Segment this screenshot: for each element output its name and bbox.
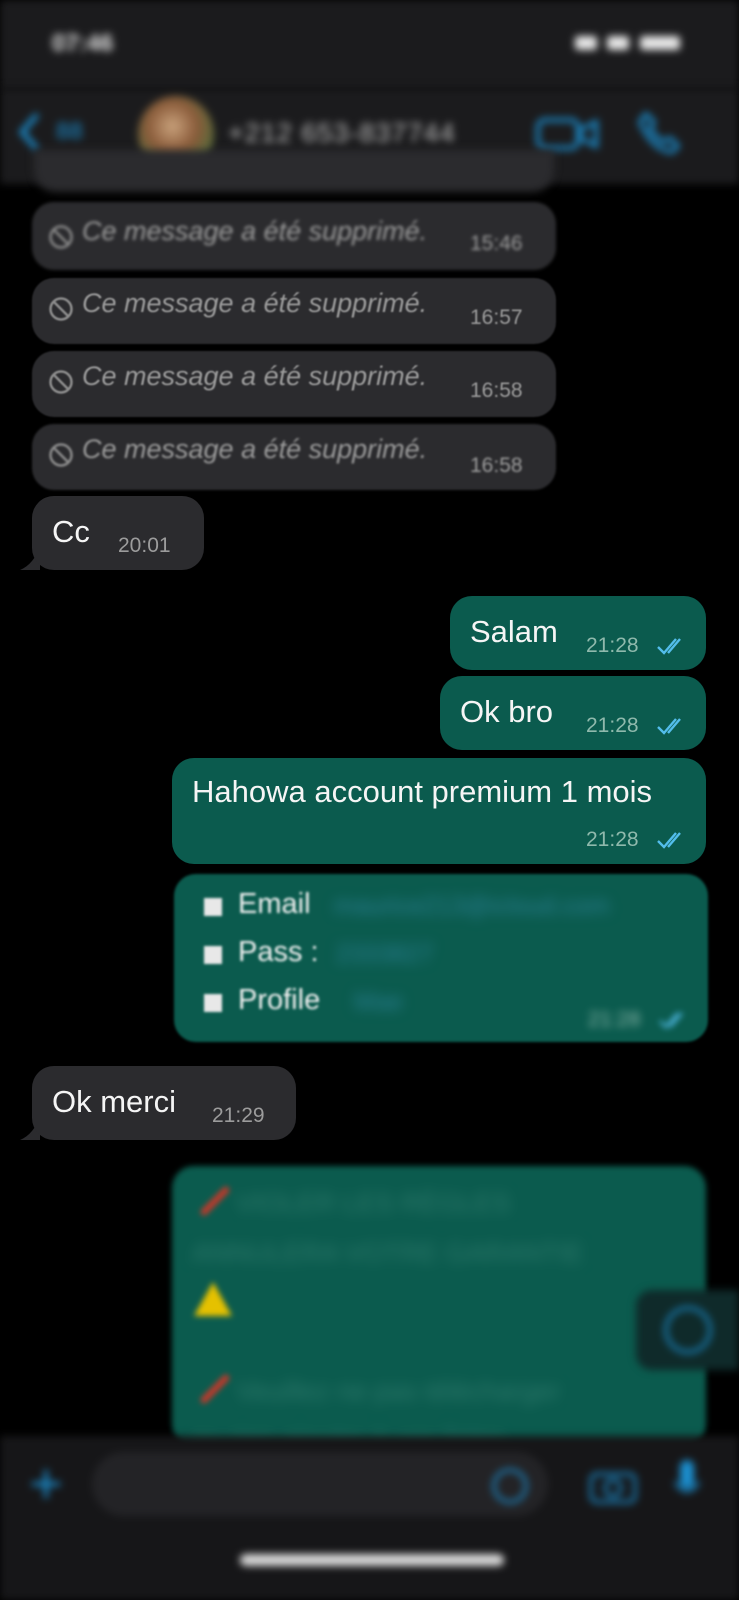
message-bubble-partial	[34, 150, 554, 192]
list-bullet	[204, 898, 222, 916]
email-label: Email	[238, 888, 311, 920]
rules-line-3: Veuillez ne pas télécharger	[236, 1376, 561, 1406]
deleted-message-bubble[interactable]: Ce message a été supprimé. 16:58	[32, 351, 556, 417]
deleted-message-bubble[interactable]: Ce message a été supprimé. 16:58	[32, 424, 556, 490]
deleted-message-text: Ce message a été supprimé.	[82, 288, 428, 318]
profile-label: Profile	[238, 984, 321, 1016]
plus-icon[interactable]	[28, 1466, 64, 1502]
pin-icon	[200, 1186, 230, 1216]
message-time: 16:58	[470, 454, 523, 477]
deleted-message-bubble[interactable]: Ce message a été supprimé. 15:46	[32, 202, 556, 270]
message-text: Ok merci	[52, 1084, 176, 1119]
status-time: 07:46	[52, 30, 114, 57]
message-time: 21:28	[586, 828, 639, 851]
message-time: 20:01	[118, 534, 171, 557]
list-bullet	[204, 946, 222, 964]
outgoing-message-bubble[interactable]: Ok bro 21:28	[440, 676, 706, 750]
ban-icon	[49, 370, 73, 394]
message-composer	[0, 1436, 739, 1600]
status-icons	[569, 34, 699, 54]
deleted-message-text: Ce message a été supprimé.	[82, 434, 428, 464]
video-call-icon[interactable]	[536, 116, 598, 152]
read-ticks-icon	[657, 832, 681, 849]
ban-icon	[49, 225, 73, 249]
read-ticks-icon	[657, 718, 681, 735]
pass-label: Pass :	[238, 936, 319, 968]
deleted-message-text: Ce message a été supprimé.	[82, 216, 428, 246]
message-time: 21:28	[586, 634, 639, 657]
chevron-down-circle-icon	[664, 1306, 712, 1354]
rules-line-1: VIOLER LES RÈGLES	[236, 1188, 511, 1218]
message-input[interactable]	[92, 1452, 548, 1516]
wifi-icon	[607, 35, 630, 50]
message-time: 21:28	[586, 714, 639, 737]
message-text: Salam	[470, 614, 558, 649]
profile-value: Mae	[354, 988, 403, 1016]
outgoing-message-bubble[interactable]: Hahowa account premium 1 mois 21:28	[172, 758, 706, 864]
chevron-left-icon[interactable]	[14, 112, 44, 152]
rules-line-2: ANNULERA VOTRE GARANTIE	[192, 1238, 584, 1268]
message-time: 15:46	[470, 232, 523, 255]
ban-icon	[49, 443, 73, 467]
sticker-icon[interactable]	[490, 1466, 530, 1506]
message-text: Cc	[52, 514, 90, 549]
read-ticks-icon	[659, 1012, 683, 1029]
incoming-message-bubble[interactable]: Ok merci 21:29	[32, 1066, 296, 1140]
message-time: 21:28	[588, 1008, 641, 1031]
unread-count[interactable]: 88	[56, 118, 83, 146]
read-ticks-icon	[657, 638, 681, 655]
ban-icon	[49, 297, 73, 321]
deleted-message-text: Ce message a été supprimé.	[82, 361, 428, 391]
message-text: Hahowa account premium 1 mois	[192, 774, 653, 809]
pin-icon	[200, 1374, 230, 1404]
list-bullet	[204, 994, 222, 1012]
incoming-message-bubble[interactable]: Cc 20:01	[32, 496, 204, 570]
camera-icon[interactable]	[588, 1466, 638, 1506]
microphone-icon[interactable]	[672, 1458, 702, 1508]
outgoing-message-bubble[interactable]: VIOLER LES RÈGLES ANNULERA VOTRE GARANTI…	[172, 1166, 706, 1454]
message-text: Ok bro	[460, 694, 554, 729]
message-time: 21:29	[212, 1104, 265, 1127]
email-value: maurice213@icloud.com	[334, 892, 610, 920]
message-time: 16:58	[470, 379, 523, 402]
message-time: 16:57	[470, 306, 523, 329]
warning-icon	[194, 1282, 232, 1316]
status-bar: 07:46	[0, 0, 739, 90]
battery-icon	[639, 35, 680, 50]
contact-name[interactable]: +212 653-837744	[228, 118, 455, 149]
outgoing-message-bubble[interactable]: Email maurice213@icloud.com Pass : 23338…	[174, 874, 708, 1042]
phone-call-icon[interactable]	[636, 110, 682, 156]
pass-value: 2333827	[336, 940, 434, 968]
deleted-message-bubble[interactable]: Ce message a été supprimé. 16:57	[32, 278, 556, 344]
scroll-down-button[interactable]	[636, 1290, 739, 1370]
signal-icon	[575, 35, 597, 50]
home-indicator	[240, 1554, 504, 1566]
outgoing-message-bubble[interactable]: Salam 21:28	[450, 596, 706, 670]
